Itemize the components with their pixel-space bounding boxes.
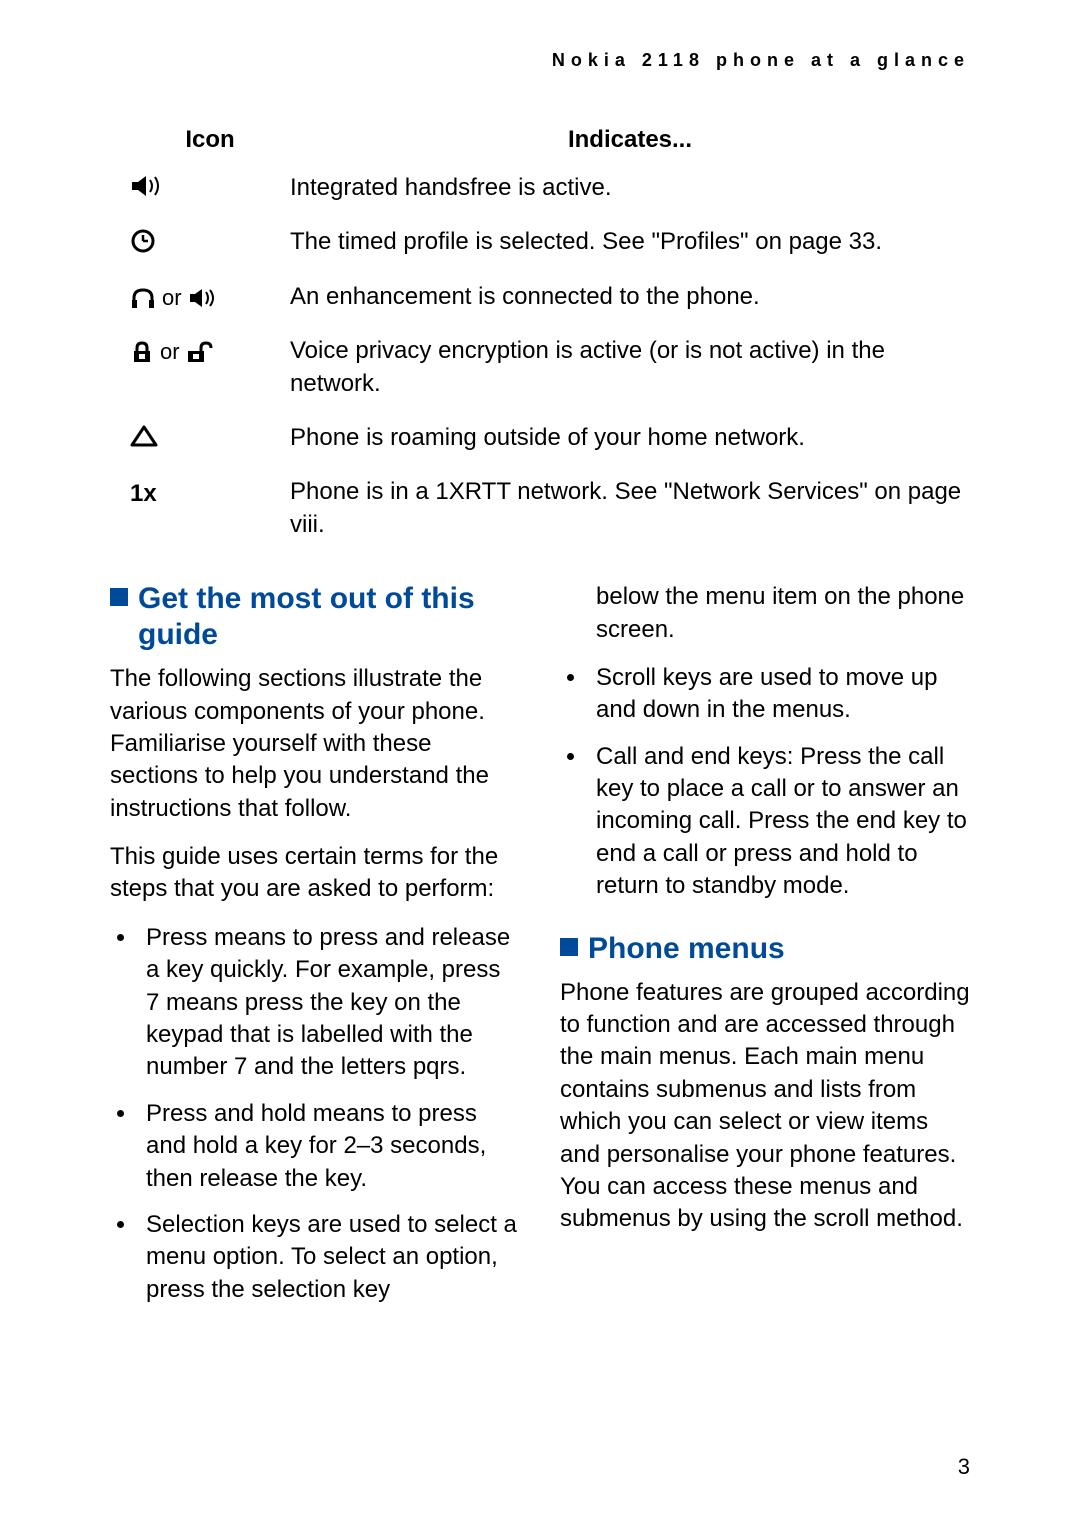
heading-text: Phone menus xyxy=(588,932,785,965)
list-item: Press and hold means to press and hold a… xyxy=(138,1098,520,1195)
list-item: Call and end keys: Press the call key to… xyxy=(588,741,970,903)
left-column: Get the most out of this guide The follo… xyxy=(110,581,520,1320)
cell-text: Integrated handsfree is active. xyxy=(290,172,970,204)
two-column-body: Get the most out of this guide The follo… xyxy=(110,581,970,1320)
list-item: Press means to press and release a key q… xyxy=(138,922,520,1084)
manual-page: Nokia 2118 phone at a glance Icon Indica… xyxy=(0,0,1080,1530)
bullet-list: Press means to press and release a key q… xyxy=(110,922,520,1306)
col-header-indicates: Indicates... xyxy=(290,126,970,154)
paragraph-continuation: below the menu item on the phone screen. xyxy=(596,581,970,646)
cell-text: The timed profile is selected. See "Prof… xyxy=(290,226,970,258)
section-heading-guide: Get the most out of this guide xyxy=(110,581,520,653)
cell-text: Phone is in a 1XRTT network. See "Networ… xyxy=(290,476,970,541)
lock-closed-or-open-icon: or xyxy=(130,335,290,367)
paragraph: Phone features are grouped according to … xyxy=(560,977,970,1236)
cell-text: Voice privacy encryption is active (or i… xyxy=(290,335,970,400)
or-word: or xyxy=(160,337,180,367)
clock-icon xyxy=(130,226,290,254)
paragraph: The following sections illustrate the va… xyxy=(110,663,520,825)
table-row: Phone is roaming outside of your home ne… xyxy=(130,422,970,454)
square-bullet-icon xyxy=(110,588,128,606)
table-row: Integrated handsfree is active. xyxy=(130,172,970,204)
paragraph: This guide uses certain terms for the st… xyxy=(110,841,520,906)
list-item: Selection keys are used to select a menu… xyxy=(138,1209,520,1306)
table-row: The timed profile is selected. See "Prof… xyxy=(130,226,970,258)
table-header-row: Icon Indicates... xyxy=(130,126,970,154)
icon-table: Icon Indicates... Integrated handsfree i… xyxy=(130,126,970,541)
table-row: 1x Phone is in a 1XRTT network. See "Net… xyxy=(130,476,970,541)
table-row: or An enhancement is connected to the ph… xyxy=(130,281,970,313)
cell-text: Phone is roaming outside of your home ne… xyxy=(290,422,970,454)
headset-or-speaker-icon: or xyxy=(130,281,290,313)
speaker-icon xyxy=(130,172,290,198)
cell-text: An enhancement is connected to the phone… xyxy=(290,281,970,313)
one-x-icon: 1x xyxy=(130,476,290,510)
running-header: Nokia 2118 phone at a glance xyxy=(110,50,970,71)
list-item: Scroll keys are used to move up and down… xyxy=(588,662,970,727)
square-bullet-icon xyxy=(560,938,578,956)
right-column: below the menu item on the phone screen.… xyxy=(560,581,970,1320)
or-word: or xyxy=(162,283,182,313)
page-number: 3 xyxy=(958,1454,970,1480)
table-row: or Voice privacy encryption is active (o… xyxy=(130,335,970,400)
col-header-icon: Icon xyxy=(130,126,290,154)
heading-text: Get the most out of this guide xyxy=(138,582,475,651)
bullet-list: Scroll keys are used to move up and down… xyxy=(560,662,970,903)
section-heading-menus: Phone menus xyxy=(560,931,970,967)
roaming-triangle-icon xyxy=(130,422,290,448)
